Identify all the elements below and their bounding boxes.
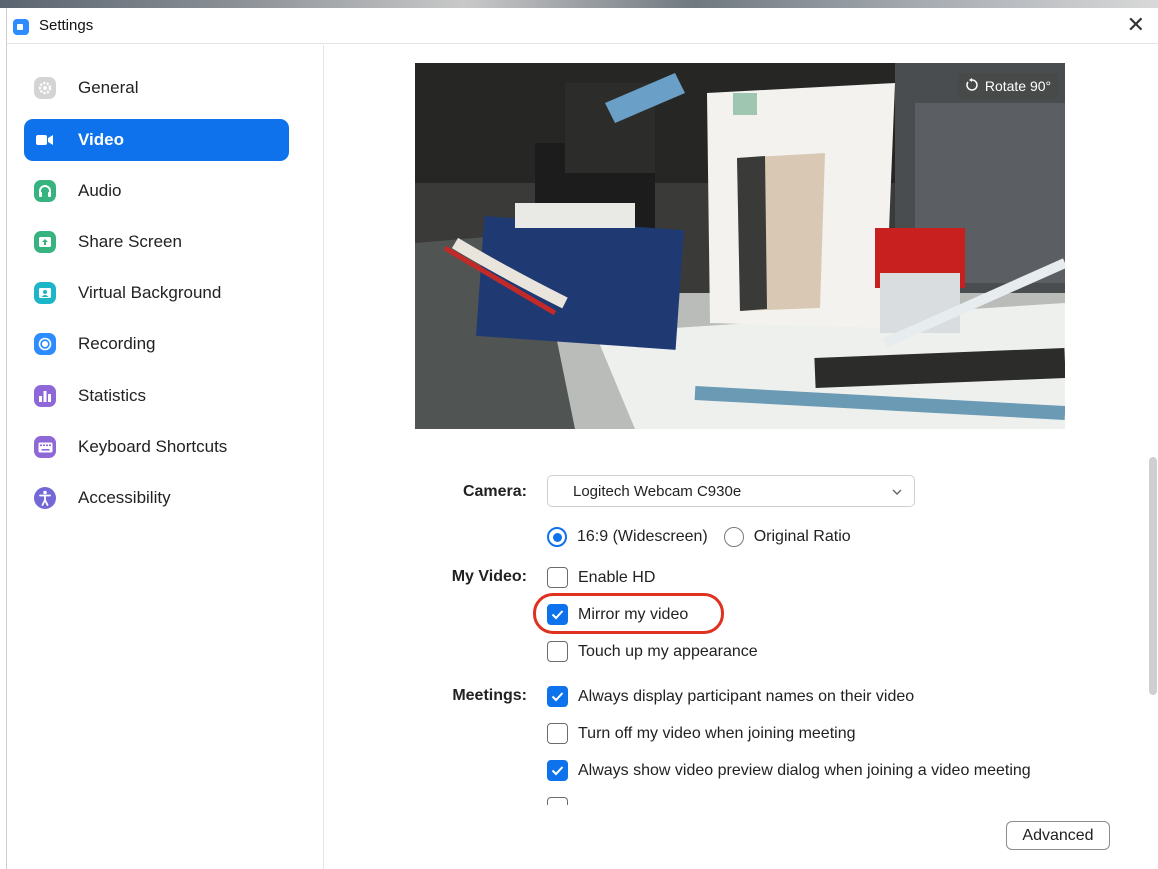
touch-up-label: Touch up my appearance [578, 642, 758, 660]
sidebar-item-recording[interactable]: Recording [24, 323, 289, 365]
turn-off-video-label: Turn off my video when joining meeting [578, 724, 856, 742]
accessibility-icon [34, 487, 56, 509]
sidebar-item-label: General [78, 78, 139, 97]
sidebar-item-keyboard-shortcuts[interactable]: Keyboard Shortcuts [24, 426, 289, 468]
sidebar-item-label: Keyboard Shortcuts [78, 437, 228, 456]
touch-up-option: Touch up my appearance [547, 641, 758, 662]
rotate-label: Rotate 90° [984, 78, 1052, 94]
widescreen-radio[interactable] [547, 527, 567, 547]
widescreen-label: 16:9 (Widescreen) [577, 528, 708, 545]
camera-label: Camera: [462, 483, 527, 500]
sidebar-item-virtual-background[interactable]: Virtual Background [24, 272, 289, 314]
advanced-button[interactable]: Advanced [1006, 821, 1110, 850]
gear-icon [34, 77, 56, 99]
camera-select[interactable]: Logitech Webcam C930e [547, 475, 915, 507]
chevron-down-icon [892, 484, 902, 495]
rotate-icon [965, 77, 979, 95]
camera-selected-value: Logitech Webcam C930e [573, 483, 742, 500]
show-preview-option: Always show video preview dialog when jo… [547, 760, 1031, 781]
video-settings-panel: Rotate 90° Camera: Logitech Webcam C930e… [325, 45, 1158, 869]
mirror-video-label: Mirror my video [578, 605, 689, 623]
video-camera-icon [34, 129, 56, 151]
display-names-label: Always display participant names on thei… [578, 687, 915, 705]
original-ratio-label: Original Ratio [753, 528, 851, 545]
sidebar-item-label: Share Screen [78, 232, 182, 251]
settings-window: Settings ✕ General Video Audio Share Scr… [6, 8, 1158, 869]
checkmark-icon [551, 766, 564, 776]
scrollbar-thumb[interactable] [1149, 457, 1157, 695]
checkmark-icon [551, 692, 564, 702]
sidebar-item-label: Statistics [78, 386, 147, 405]
window-title: Settings [39, 17, 94, 34]
enable-hd-checkbox[interactable] [547, 567, 568, 588]
rotate-button[interactable]: Rotate 90° [958, 73, 1058, 99]
ratio-options: 16:9 (Widescreen) Original Ratio [547, 527, 851, 547]
sidebar-item-general[interactable]: General [24, 67, 289, 109]
sidebar-item-label: Audio [78, 181, 122, 200]
checkmark-icon [551, 610, 564, 620]
zoom-app-icon [13, 19, 29, 35]
mirror-video-option: Mirror my video [547, 604, 688, 625]
sidebar-item-accessibility[interactable]: Accessibility [24, 477, 289, 519]
virtual-background-icon [34, 282, 56, 304]
headphones-icon [34, 180, 56, 202]
mirror-video-checkbox[interactable] [547, 604, 568, 625]
settings-sidebar: General Video Audio Share Screen Virtual… [7, 45, 324, 869]
sidebar-item-label: Recording [78, 334, 156, 353]
my-video-label: My Video: [451, 568, 527, 585]
enable-hd-label: Enable HD [578, 568, 656, 586]
sidebar-item-label: Accessibility [78, 488, 171, 507]
meetings-label: Meetings: [452, 687, 527, 704]
turn-off-video-option: Turn off my video when joining meeting [547, 723, 855, 744]
touch-up-checkbox[interactable] [547, 641, 568, 662]
sidebar-item-statistics[interactable]: Statistics [24, 375, 289, 417]
title-bar: Settings ✕ [7, 8, 1158, 44]
sidebar-item-label: Virtual Background [78, 283, 222, 302]
recording-icon [34, 333, 56, 355]
video-preview: Rotate 90° [415, 63, 1065, 429]
show-preview-checkbox[interactable] [547, 760, 568, 781]
display-names-checkbox[interactable] [547, 686, 568, 707]
turn-off-video-checkbox[interactable] [547, 723, 568, 744]
desktop-background-strip [0, 0, 1158, 8]
keyboard-icon [34, 436, 56, 458]
statistics-icon [34, 385, 56, 407]
enable-hd-option: Enable HD [547, 567, 655, 588]
share-screen-icon [34, 231, 56, 253]
display-names-option: Always display participant names on thei… [547, 686, 914, 707]
camera-preview-image [415, 63, 1065, 429]
sidebar-item-video[interactable]: Video [24, 119, 289, 161]
partially-hidden-checkbox [547, 797, 571, 805]
show-preview-label: Always show video preview dialog when jo… [578, 761, 1031, 779]
sidebar-item-audio[interactable]: Audio [24, 170, 289, 212]
sidebar-item-label: Video [78, 130, 124, 149]
close-button[interactable]: ✕ [1127, 13, 1145, 37]
sidebar-item-share-screen[interactable]: Share Screen [24, 221, 289, 263]
original-ratio-radio[interactable] [723, 527, 744, 547]
